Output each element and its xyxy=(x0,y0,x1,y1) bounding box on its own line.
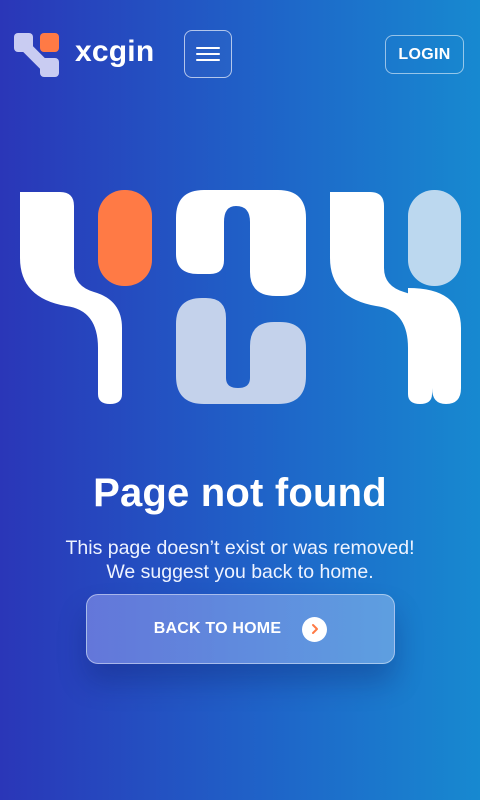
error-code-graphic xyxy=(18,188,464,408)
error-404-illustration xyxy=(20,190,461,404)
login-button[interactable]: LOGIN xyxy=(385,35,464,74)
description-line: This page doesn’t exist or was removed! xyxy=(65,536,415,559)
top-navbar: xcgin LOGIN xyxy=(0,0,480,110)
hamburger-icon xyxy=(196,47,220,61)
error-description: This page doesn’t exist or was removed! … xyxy=(20,536,460,584)
chevron-right-icon xyxy=(302,616,328,642)
back-to-home-button[interactable]: BACK TO HOME xyxy=(86,594,395,664)
brand[interactable]: xcgin xyxy=(14,31,154,79)
menu-button[interactable] xyxy=(184,30,232,78)
description-line: We suggest you back to home. xyxy=(106,560,374,583)
page-title: Page not found xyxy=(93,470,387,515)
brand-name: xcgin xyxy=(75,35,155,68)
back-to-home-label: BACK TO HOME xyxy=(153,620,282,637)
brand-logo-icon xyxy=(14,33,59,77)
